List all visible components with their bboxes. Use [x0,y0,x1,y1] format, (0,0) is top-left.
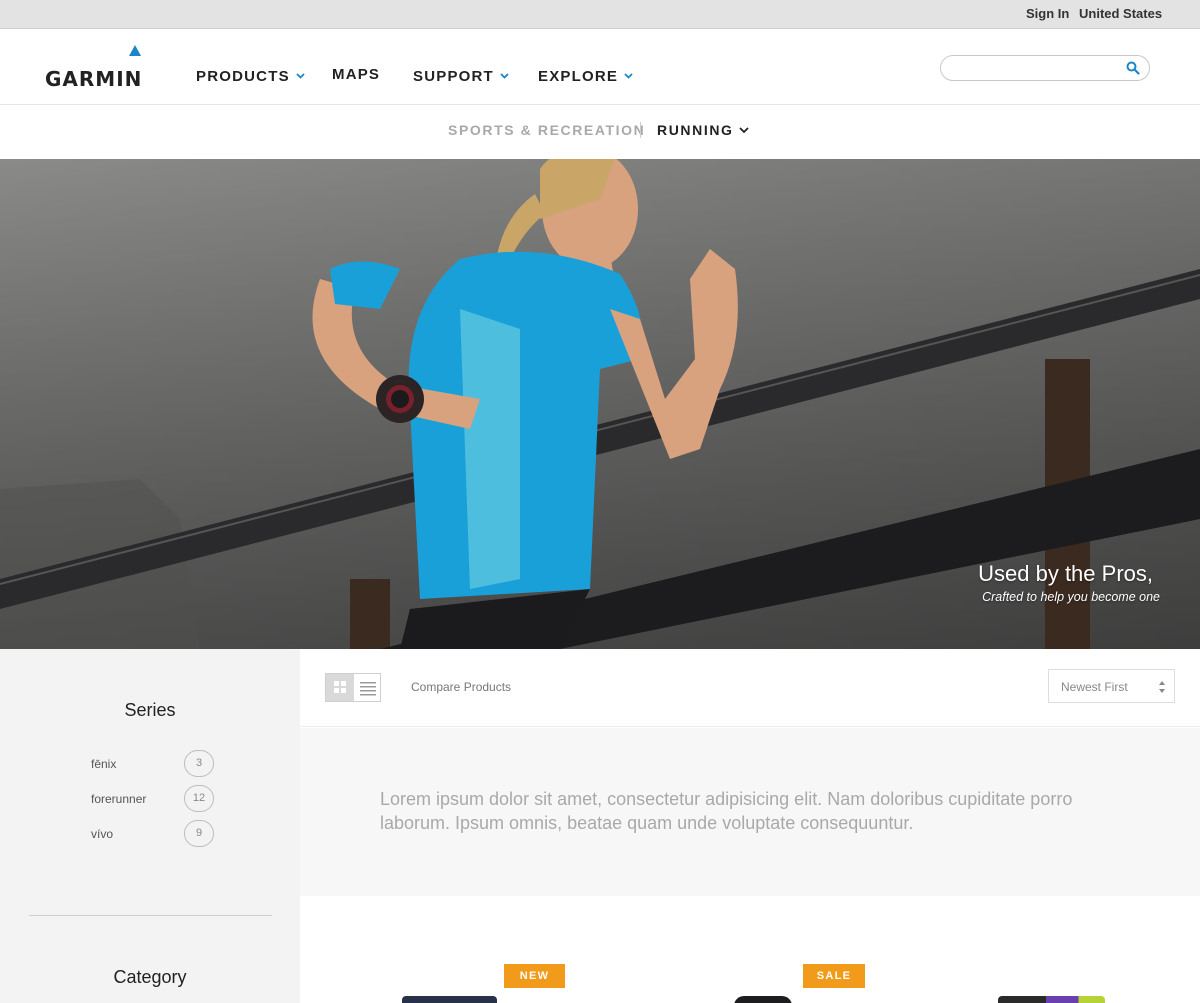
product-image[interactable] [998,996,1105,1003]
sort-select[interactable]: Newest First [1048,669,1175,703]
filter-count: 3 [184,750,214,777]
filter-label: forerunner [91,792,147,806]
category-heading: Category [113,967,187,987]
nav-maps-label: MAPS [332,66,381,83]
filter-label: fēnix [91,757,117,771]
hero-subline: Crafted to help you become one [982,590,1160,604]
search-box [940,55,1150,81]
sign-in-link[interactable]: Sign In [1026,6,1069,21]
main-header: GARMIN PRODUCTS MAPS SUPPORT EXPLORE [0,29,1200,105]
nav-explore[interactable]: EXPLORE [538,66,633,85]
product-image[interactable] [734,996,792,1003]
list-view-button[interactable] [354,674,382,701]
grid-view-button[interactable] [326,674,354,701]
nav-maps[interactable]: MAPS [332,66,380,83]
breadcrumb-current[interactable]: RUNNING [657,122,749,138]
list-view-icon [360,682,376,696]
chevron-down-icon [296,66,305,83]
garmin-logo[interactable]: GARMIN [45,43,145,89]
logo-triangle-icon [129,45,141,56]
series-filter-vivo[interactable]: vívo 9 [91,820,216,848]
nav-explore-label: EXPLORE [538,68,619,85]
nav-support-label: SUPPORT [413,68,494,85]
select-arrows-icon [1159,681,1165,693]
new-badge: NEW [504,964,565,988]
hero-headline: Used by the Pros, [978,561,1153,586]
filter-count: 12 [184,785,214,812]
search-input[interactable] [953,60,1123,76]
hero-banner: Used by the Pros, Crafted to help you be… [0,159,1200,649]
chevron-down-icon [624,66,633,83]
nav-support[interactable]: SUPPORT [413,66,509,85]
filter-sidebar: Series fēnix 3 forerunner 12 vívo 9 Cate… [0,649,300,1003]
utility-bar: Sign In United States [0,0,1200,29]
category-intro: Lorem ipsum dolor sit amet, consectetur … [300,728,1200,896]
series-filter-forerunner[interactable]: forerunner 12 [91,785,216,813]
sale-badge: SALE [803,964,865,988]
listing-toolbar: Compare Products Newest First [300,649,1200,727]
section-subnav: SPORTS & RECREATION RUNNING [0,105,1200,159]
breadcrumb-current-label: RUNNING [657,122,734,138]
grid-view-icon [334,681,346,693]
chevron-down-icon [738,127,749,134]
nav-products-label: PRODUCTS [196,68,290,85]
region-selector[interactable]: United States [1079,6,1162,21]
view-toggle [325,673,381,702]
breadcrumb-parent[interactable]: SPORTS & RECREATION [448,122,645,138]
sort-value: Newest First [1061,680,1128,694]
series-heading: Series [124,700,176,720]
series-filter-fenix[interactable]: fēnix 3 [91,750,216,778]
logo-wordmark: GARMIN [45,67,143,91]
sidebar-divider [29,915,272,916]
product-image[interactable] [402,996,497,1003]
nav-products[interactable]: PRODUCTS [196,66,305,85]
breadcrumb-divider [640,122,641,138]
filter-label: vívo [91,827,114,841]
product-grid: NEW SALE [300,896,1200,1003]
compare-products-link[interactable]: Compare Products [411,680,511,694]
intro-text: Lorem ipsum dolor sit amet, consectetur … [380,789,1073,833]
search-icon[interactable] [1126,61,1140,75]
filter-count: 9 [184,820,214,847]
chevron-down-icon [500,66,509,83]
